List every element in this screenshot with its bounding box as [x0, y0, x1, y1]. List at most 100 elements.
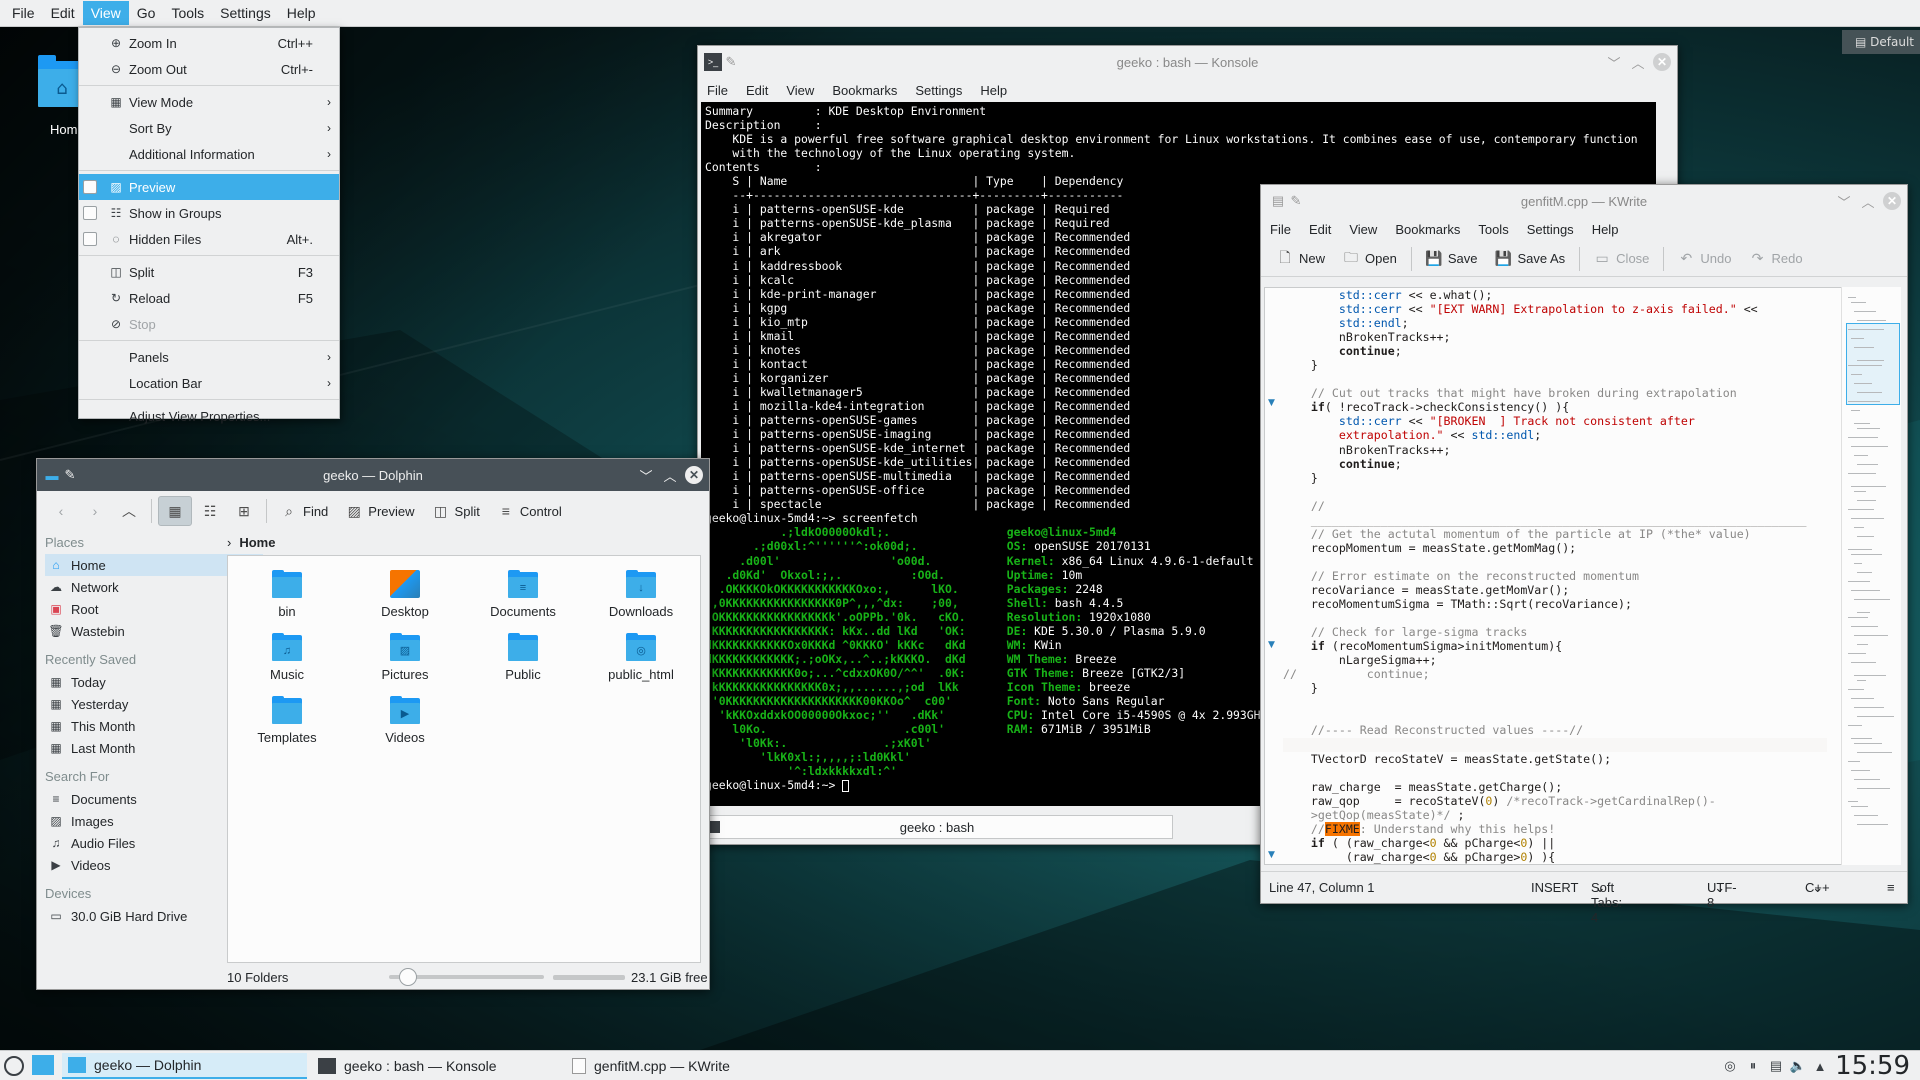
close-button[interactable]: ✕: [1653, 53, 1671, 71]
task-kwrite[interactable]: genfitM.cpp — KWrite: [566, 1053, 816, 1079]
menu-tools[interactable]: Tools: [1469, 222, 1517, 237]
volume-icon[interactable]: 🔈: [1790, 1058, 1806, 1074]
konsole-tab[interactable]: geeko : bash: [701, 815, 1173, 839]
folder-desktop[interactable]: Desktop: [346, 570, 464, 619]
details-view-button[interactable]: ⊞: [228, 496, 260, 526]
maximize-button[interactable]: ︿: [1629, 53, 1647, 71]
menu-view[interactable]: View: [777, 83, 823, 98]
view-menu-item-stop[interactable]: ⊘ Stop: [79, 311, 339, 337]
view-menu-item-adjust-view-properties[interactable]: Adjust View Properties...: [79, 403, 339, 429]
view-menu-item-panels[interactable]: Panels ›: [79, 344, 339, 370]
new-button[interactable]: 🗋 New: [1269, 244, 1333, 274]
folder-templates[interactable]: Templates: [228, 696, 346, 745]
menu-help[interactable]: Help: [279, 1, 324, 25]
close-button[interactable]: ✕: [685, 466, 703, 484]
compact-view-button[interactable]: ☷: [194, 496, 226, 526]
redo-button[interactable]: ↷ Redo: [1742, 244, 1811, 274]
minimize-button[interactable]: ﹀: [1605, 53, 1623, 71]
zoom-slider-handle[interactable]: [399, 968, 417, 986]
view-menu-item-sort-by[interactable]: Sort By ›: [79, 115, 339, 141]
close-doc-button[interactable]: ▭ Close: [1586, 244, 1657, 274]
fold-marker-icon[interactable]: ▼: [1268, 398, 1275, 408]
input-mode[interactable]: INSERT: [1531, 880, 1578, 895]
menu-edit[interactable]: Edit: [737, 83, 777, 98]
tray-expand-icon[interactable]: ▲: [1812, 1058, 1828, 1074]
folder-public-html[interactable]: ◎ public_html: [582, 633, 700, 682]
package-updater-icon[interactable]: ◎: [1722, 1058, 1738, 1074]
view-menu-item-additional-information[interactable]: Additional Information ›: [79, 141, 339, 167]
zoom-slider[interactable]: [389, 968, 544, 986]
view-menu-item-split[interactable]: ◫ Split F3: [79, 259, 339, 285]
close-button[interactable]: ✕: [1883, 192, 1901, 210]
dolphin-app-icon[interactable]: ▬: [43, 466, 61, 484]
digital-clock[interactable]: 15:59: [1835, 1051, 1910, 1080]
open-button[interactable]: 🗀 Open: [1335, 244, 1405, 274]
menu-help[interactable]: Help: [1583, 222, 1628, 237]
task-konsole[interactable]: geeko : bash — Konsole: [312, 1053, 562, 1079]
indentation-selector[interactable]: Soft Tabs: 4 ⌄: [1591, 880, 1622, 925]
split-button[interactable]: ◫ Split: [425, 496, 488, 526]
view-menu-item-location-bar[interactable]: Location Bar ›: [79, 370, 339, 396]
find-button[interactable]: ⌕ Find: [273, 496, 336, 526]
maximize-button[interactable]: ︿: [1859, 192, 1877, 210]
menu-view[interactable]: View: [82, 1, 129, 25]
code-editor[interactable]: ▼ ▼ ▼ std::cerr << e.what(); std::cerr <…: [1264, 287, 1844, 865]
fold-marker-icon[interactable]: ▼: [1268, 640, 1275, 650]
folder-bin[interactable]: bin: [228, 570, 346, 619]
minimize-button[interactable]: ﹀: [637, 466, 655, 484]
up-button[interactable]: ︿: [113, 496, 145, 526]
view-menu-item-reload[interactable]: ↻ Reload F5: [79, 285, 339, 311]
menu-settings[interactable]: Settings: [1518, 222, 1583, 237]
menu-help[interactable]: Help: [971, 83, 1016, 98]
folder-pictures[interactable]: ▨ Pictures: [346, 633, 464, 682]
menu-bookmarks[interactable]: Bookmarks: [1386, 222, 1469, 237]
pin-icon[interactable]: ✎: [1287, 192, 1305, 210]
task-dolphin[interactable]: geeko — Dolphin: [62, 1053, 307, 1079]
view-menu-item-preview[interactable]: ▨ Preview: [79, 174, 339, 200]
save-button[interactable]: 💾 Save: [1418, 244, 1486, 274]
icons-view-button[interactable]: ▦: [158, 496, 192, 526]
activity-badge[interactable]: ▤ Default: [1842, 30, 1920, 54]
preview-button[interactable]: ▨ Preview: [338, 496, 422, 526]
minimize-button[interactable]: ﹀: [1835, 192, 1853, 210]
menu-file[interactable]: File: [1261, 222, 1300, 237]
konsole-titlebar[interactable]: >_ ✎ geeko : bash — Konsole ﹀ ︿ ✕: [698, 46, 1677, 78]
dolphin-titlebar[interactable]: ▬ ✎ geeko — Dolphin ﹀ ︿ ✕: [37, 459, 709, 491]
maximize-button[interactable]: ︿: [661, 466, 679, 484]
menu-settings[interactable]: Settings: [212, 1, 279, 25]
checkbox[interactable]: [83, 206, 97, 220]
folder-documents[interactable]: ≡ Documents: [464, 570, 582, 619]
menu-go[interactable]: Go: [129, 1, 164, 25]
application-launcher-icon[interactable]: [4, 1056, 24, 1076]
view-menu-item-show-in-groups[interactable]: ☷ Show in Groups: [79, 200, 339, 226]
menu-view[interactable]: View: [1340, 222, 1386, 237]
control-button[interactable]: ≡ Control: [490, 496, 570, 526]
pager-icon[interactable]: [32, 1055, 54, 1075]
clipboard-icon[interactable]: ▤: [1768, 1058, 1784, 1074]
menu-bookmarks[interactable]: Bookmarks: [823, 83, 906, 98]
language-selector[interactable]: C++ ⌄: [1805, 880, 1830, 896]
kwrite-titlebar[interactable]: ▤ ✎ genfitM.cpp — KWrite ﹀ ︿ ✕: [1261, 185, 1907, 217]
pin-icon[interactable]: ✎: [61, 466, 79, 484]
folder-downloads[interactable]: ↓ Downloads: [582, 570, 700, 619]
file-view[interactable]: bin Desktop ≡ Documents ↓ Downloads ♫ Music ▨ Pic…: [227, 555, 701, 963]
back-button[interactable]: ‹: [45, 496, 77, 526]
checkbox[interactable]: [83, 180, 97, 194]
view-menu-item-zoom-in[interactable]: ⊕ Zoom In Ctrl++: [79, 30, 339, 56]
menu-tools[interactable]: Tools: [163, 1, 212, 25]
view-menu-item-hidden-files[interactable]: ◌ Hidden Files Alt+.: [79, 226, 339, 252]
folder-videos[interactable]: ▶ Videos: [346, 696, 464, 745]
menu-edit[interactable]: Edit: [43, 1, 83, 25]
menu-settings[interactable]: Settings: [906, 83, 971, 98]
menu-edit[interactable]: Edit: [1300, 222, 1340, 237]
konsole-app-icon[interactable]: >_: [704, 53, 722, 71]
view-menu-item-zoom-out[interactable]: ⊖ Zoom Out Ctrl+-: [79, 56, 339, 82]
media-player-icon[interactable]: ⏸: [1745, 1058, 1761, 1074]
folder-public[interactable]: Public: [464, 633, 582, 682]
code-minimap[interactable]: [1841, 287, 1901, 865]
folder-music[interactable]: ♫ Music: [228, 633, 346, 682]
fold-marker-icon[interactable]: ▼: [1268, 850, 1275, 860]
forward-button[interactable]: ›: [79, 496, 111, 526]
kwrite-app-icon[interactable]: ▤: [1269, 192, 1287, 210]
save-as-button[interactable]: 💾 Save As: [1487, 244, 1573, 274]
